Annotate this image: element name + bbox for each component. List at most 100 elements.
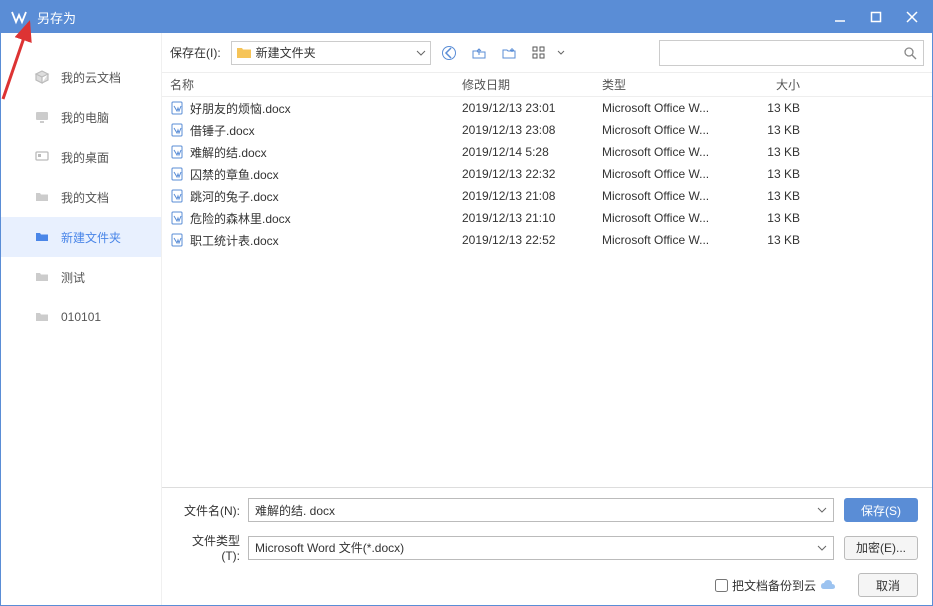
chevron-down-icon[interactable] <box>557 50 565 56</box>
folder-icon <box>33 308 51 326</box>
file-row[interactable]: 危险的森林里.docx 2019/12/13 21:10Microsoft Off… <box>162 207 932 229</box>
file-row[interactable]: 跳河的兔子.docx 2019/12/13 21:08Microsoft Offi… <box>162 185 932 207</box>
file-type: Microsoft Office W... <box>602 123 732 137</box>
search-input[interactable] <box>666 46 903 60</box>
file-row[interactable]: 囚禁的章鱼.docx2019/12/13 22:32Microsoft Offi… <box>162 163 932 185</box>
file-type: Microsoft Office W... <box>602 101 732 115</box>
file-type: Microsoft Office W... <box>602 167 732 181</box>
cancel-button[interactable]: 取消 <box>858 573 918 597</box>
file-type: Microsoft Office W... <box>602 233 732 247</box>
docx-icon <box>170 167 184 181</box>
file-name: 难解的结.docx <box>190 144 267 161</box>
back-button[interactable] <box>437 41 461 65</box>
file-list-header: 名称 修改日期 类型 大小 <box>162 73 932 97</box>
file-type: Microsoft Office W... <box>602 189 732 203</box>
backup-checkbox-input[interactable] <box>715 579 728 592</box>
desktop-icon <box>33 148 51 166</box>
file-date: 2019/12/13 23:01 <box>462 101 602 115</box>
file-size: 13 KB <box>732 101 812 115</box>
sidebar-item-label: 我的云文档 <box>61 69 121 86</box>
minimize-button[interactable] <box>828 5 852 29</box>
chevron-down-icon[interactable] <box>817 545 827 551</box>
sidebar-item-label: 010101 <box>61 310 101 324</box>
file-size: 13 KB <box>732 123 812 137</box>
file-date: 2019/12/13 21:08 <box>462 189 602 203</box>
file-row[interactable]: 难解的结.docx 2019/12/14 5:28Microsoft Office… <box>162 141 932 163</box>
cube-icon <box>33 68 51 86</box>
column-date[interactable]: 修改日期 <box>462 76 602 93</box>
save-as-dialog: 另存为 我的云文档 我的电脑 我的桌面 我的文档 <box>0 0 933 606</box>
maximize-button[interactable] <box>864 5 888 29</box>
column-type[interactable]: 类型 <box>602 76 732 93</box>
file-name: 职工统计表.docx <box>190 232 279 249</box>
sidebar-item-010101[interactable]: 010101 <box>1 297 161 337</box>
filename-label: 文件名(N): <box>176 502 248 519</box>
filetype-input[interactable]: Microsoft Word 文件(*.docx) <box>248 536 834 560</box>
bottom-panel: 文件名(N): 难解的结. docx 保存(S) 文件类型(T): Micros… <box>162 487 932 605</box>
file-list: 名称 修改日期 类型 大小 好朋友的烦恼.docx 2019/12/13 23:0… <box>162 73 932 487</box>
sidebar-item-new-folder[interactable]: 新建文件夹 <box>1 217 161 257</box>
filetype-label: 文件类型(T): <box>176 532 248 563</box>
file-name: 危险的森林里.docx <box>190 210 291 227</box>
search-box[interactable] <box>659 40 924 66</box>
window-title: 另存为 <box>37 8 828 27</box>
sidebar-item-cloud-docs[interactable]: 我的云文档 <box>1 57 161 97</box>
sidebar-item-test[interactable]: 测试 <box>1 257 161 297</box>
sidebar-item-label: 我的文档 <box>61 189 109 206</box>
file-date: 2019/12/13 22:52 <box>462 233 602 247</box>
file-date: 2019/12/14 5:28 <box>462 145 602 159</box>
file-date: 2019/12/13 22:32 <box>462 167 602 181</box>
file-size: 13 KB <box>732 145 812 159</box>
location-value: 新建文件夹 <box>256 44 316 61</box>
location-combo[interactable]: 新建文件夹 <box>231 41 431 65</box>
column-name[interactable]: 名称 <box>162 76 462 93</box>
app-logo-icon <box>9 7 29 27</box>
folder-icon <box>236 46 252 60</box>
backup-label: 把文档备份到云 <box>732 577 816 594</box>
docx-icon <box>170 233 184 247</box>
docx-icon <box>170 189 184 203</box>
file-name: 跳河的兔子.docx <box>190 188 279 205</box>
sidebar-item-label: 我的电脑 <box>61 109 109 126</box>
sidebar-item-label: 新建文件夹 <box>61 229 121 246</box>
docx-icon <box>170 123 184 137</box>
close-button[interactable] <box>900 5 924 29</box>
sidebar-item-my-computer[interactable]: 我的电脑 <box>1 97 161 137</box>
cloud-icon <box>820 578 836 592</box>
file-size: 13 KB <box>732 211 812 225</box>
monitor-icon <box>33 108 51 126</box>
file-size: 13 KB <box>732 167 812 181</box>
file-name: 好朋友的烦恼.docx <box>190 100 291 117</box>
save-button[interactable]: 保存(S) <box>844 498 918 522</box>
chevron-down-icon[interactable] <box>817 507 827 513</box>
docx-icon <box>170 145 184 159</box>
view-button[interactable] <box>527 41 551 65</box>
sidebar-item-label: 测试 <box>61 269 85 286</box>
column-size[interactable]: 大小 <box>732 76 812 93</box>
search-icon[interactable] <box>903 46 917 60</box>
toolbar: 保存在(I): 新建文件夹 <box>162 33 932 73</box>
new-folder-button[interactable] <box>497 41 521 65</box>
file-size: 13 KB <box>732 189 812 203</box>
filename-input[interactable]: 难解的结. docx <box>248 498 834 522</box>
sidebar-item-label: 我的桌面 <box>61 149 109 166</box>
folder-icon <box>33 228 51 246</box>
sidebar: 我的云文档 我的电脑 我的桌面 我的文档 新建文件夹 测试 <box>1 33 161 605</box>
folder-icon <box>33 268 51 286</box>
file-row[interactable]: 借锤子.docx2019/12/13 23:08Microsoft Office… <box>162 119 932 141</box>
sidebar-item-desktop[interactable]: 我的桌面 <box>1 137 161 177</box>
file-date: 2019/12/13 21:10 <box>462 211 602 225</box>
file-type: Microsoft Office W... <box>602 145 732 159</box>
file-type: Microsoft Office W... <box>602 211 732 225</box>
location-label: 保存在(I): <box>170 44 221 61</box>
file-row[interactable]: 好朋友的烦恼.docx 2019/12/13 23:01Microsoft Off… <box>162 97 932 119</box>
file-size: 13 KB <box>732 233 812 247</box>
file-row[interactable]: 职工统计表.docx 2019/12/13 22:52Microsoft Offi… <box>162 229 932 251</box>
chevron-down-icon <box>416 50 426 56</box>
encrypt-button[interactable]: 加密(E)... <box>844 536 918 560</box>
backup-checkbox[interactable]: 把文档备份到云 <box>715 577 836 594</box>
up-folder-button[interactable] <box>467 41 491 65</box>
file-name: 借锤子.docx <box>190 122 255 139</box>
sidebar-item-my-documents[interactable]: 我的文档 <box>1 177 161 217</box>
folder-icon <box>33 188 51 206</box>
